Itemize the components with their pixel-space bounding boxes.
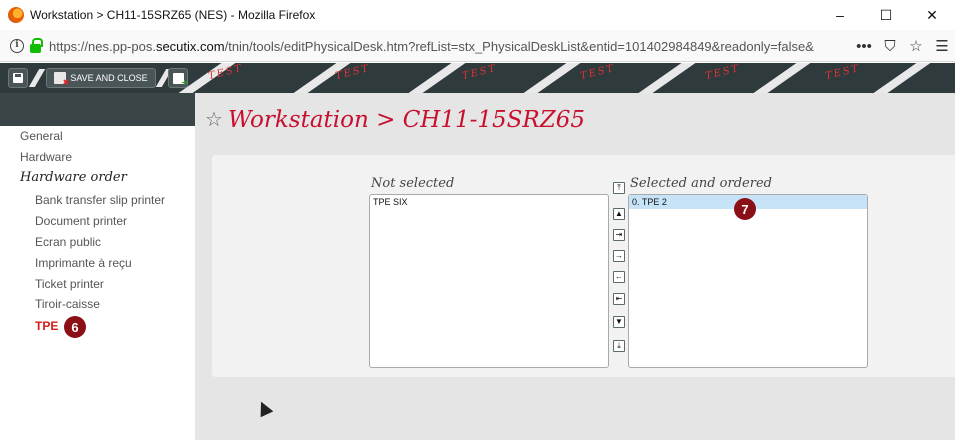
move-top-button[interactable]: ⤒ bbox=[613, 182, 625, 194]
save-new-icon bbox=[172, 72, 188, 89]
callout-badge-6: 6 bbox=[64, 316, 86, 338]
pocket-icon[interactable]: ⛉ bbox=[877, 38, 903, 55]
selected-label: Selected and ordered bbox=[630, 176, 772, 191]
url-prefix: https://nes.pp-pos. bbox=[49, 38, 156, 54]
firefox-logo-icon bbox=[8, 7, 24, 23]
sidebar: General Hardware Hardware order Bank tra… bbox=[0, 93, 195, 440]
close-window-button[interactable]: ✕ bbox=[909, 0, 955, 30]
sidebar-item-general[interactable]: General bbox=[20, 129, 63, 143]
callout-badge-7: 7 bbox=[734, 198, 756, 220]
add-button[interactable]: → bbox=[613, 250, 625, 262]
sidebar-item-hardware[interactable]: Hardware bbox=[20, 150, 72, 164]
sidebar-item-ticket-printer[interactable]: Ticket printer bbox=[35, 277, 104, 291]
sidebar-item-ecran-public[interactable]: Ecran public bbox=[35, 235, 101, 249]
remove-all-button[interactable]: ⇤ bbox=[613, 293, 625, 305]
not-selected-label: Not selected bbox=[371, 176, 455, 191]
address-bar[interactable]: i https://nes.pp-pos.secutix.com/tnin/to… bbox=[4, 34, 849, 58]
move-bottom-button[interactable]: ⤓ bbox=[613, 340, 625, 352]
sidebar-section-hardware-order[interactable]: Hardware order bbox=[20, 170, 127, 185]
save-button[interactable] bbox=[8, 68, 28, 88]
move-up-button[interactable]: ▲ bbox=[613, 208, 625, 220]
move-down-button[interactable]: ▼ bbox=[613, 316, 625, 328]
window-titlebar: Workstation > CH11-15SRZ65 (NES) - Mozil… bbox=[0, 0, 955, 30]
selected-list[interactable]: 0. TPE 2 bbox=[628, 194, 868, 368]
sidebar-item-bank-transfer-slip-printer[interactable]: Bank transfer slip printer bbox=[35, 193, 165, 207]
list-item[interactable]: TPE SIX bbox=[370, 195, 608, 209]
test-banner-text: TEST bbox=[704, 63, 742, 83]
sidebar-item-document-printer[interactable]: Document printer bbox=[35, 214, 127, 228]
save-and-new-button[interactable] bbox=[168, 68, 188, 89]
url-tools: ••• ⛉ ☆ ☰ bbox=[851, 30, 955, 62]
lock-icon[interactable] bbox=[30, 37, 43, 53]
url-domain: secutix.com bbox=[155, 38, 225, 54]
page-title-text: Workstation > CH11-15SRZ65 bbox=[227, 107, 585, 133]
sidebar-item-tiroir-caisse[interactable]: Tiroir-caisse bbox=[35, 297, 100, 311]
sidebar-header-band bbox=[0, 93, 195, 126]
test-banner-text: TEST bbox=[461, 63, 499, 83]
remove-button[interactable]: ← bbox=[613, 271, 625, 283]
test-banner-text: TEST bbox=[207, 63, 245, 83]
hamburger-menu-icon[interactable]: ☰ bbox=[929, 37, 955, 55]
page-actions-icon[interactable]: ••• bbox=[851, 38, 877, 55]
test-banner-text: TEST bbox=[824, 63, 862, 83]
maximize-button[interactable]: ☐ bbox=[863, 0, 909, 30]
save-and-close-label: SAVE AND CLOSE bbox=[70, 73, 148, 83]
url-rest: /tnin/tools/editPhysicalDesk.htm?refList… bbox=[224, 38, 814, 54]
separator-icon bbox=[28, 69, 46, 87]
sidebar-item-imprimante-a-recu[interactable]: Imprimante à reçu bbox=[35, 256, 132, 270]
test-stripe bbox=[624, 63, 710, 93]
page-title: ☆ Workstation > CH11-15SRZ65 bbox=[205, 107, 585, 133]
url-text[interactable]: https://nes.pp-pos.secutix.com/tnin/tool… bbox=[49, 39, 839, 54]
app-toolbar: TEST TEST TEST TEST TEST TEST SAVE AND C… bbox=[0, 63, 955, 93]
favorite-star-icon[interactable]: ☆ bbox=[205, 110, 223, 130]
save-icon bbox=[13, 73, 23, 83]
save-close-icon bbox=[54, 72, 69, 87]
test-banner-text: TEST bbox=[579, 63, 617, 83]
sidebar-item-tpe[interactable]: TPE bbox=[35, 319, 58, 333]
test-stripe bbox=[739, 63, 825, 93]
bookmark-star-icon[interactable]: ☆ bbox=[903, 37, 929, 55]
window-controls: – ☐ ✕ bbox=[817, 0, 955, 30]
test-stripe bbox=[859, 63, 945, 93]
browser-toolbar: i https://nes.pp-pos.secutix.com/tnin/to… bbox=[0, 30, 955, 62]
minimize-button[interactable]: – bbox=[817, 0, 863, 30]
not-selected-list[interactable]: TPE SIX bbox=[369, 194, 609, 368]
site-info-icon[interactable]: i bbox=[10, 39, 24, 53]
window-title: Workstation > CH11-15SRZ65 (NES) - Mozil… bbox=[30, 8, 316, 22]
add-all-button[interactable]: ⇥ bbox=[613, 229, 625, 241]
save-and-close-button[interactable]: SAVE AND CLOSE bbox=[46, 68, 156, 88]
